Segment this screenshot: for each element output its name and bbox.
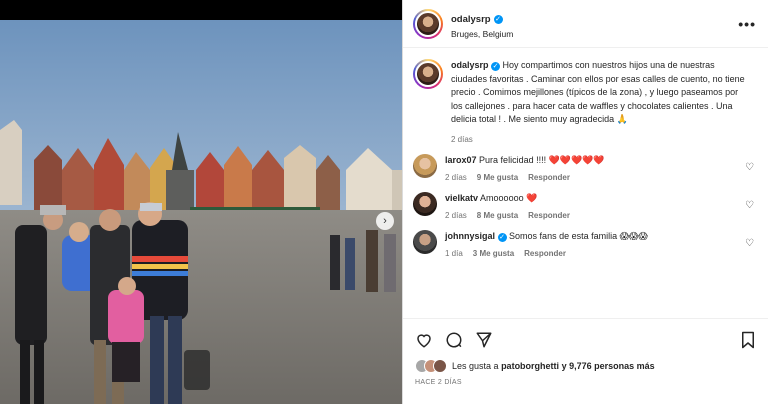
post-side-panel: odalysrp ✓ Bruges, Belgium ••• odalysrp … xyxy=(402,0,768,404)
share-icon[interactable] xyxy=(475,331,493,349)
avatar[interactable] xyxy=(413,8,443,39)
post-location[interactable]: Bruges, Belgium xyxy=(451,29,738,39)
comment-timestamp[interactable]: 1 día xyxy=(445,249,463,258)
post-actions: Les gusta a patoborghetti y 9,776 person… xyxy=(403,318,768,386)
comment-likes[interactable]: 9 Me gusta xyxy=(477,173,518,182)
caption-username[interactable]: odalysrp xyxy=(451,60,489,70)
comment-icon[interactable] xyxy=(445,331,463,349)
comment-username[interactable]: larox07 xyxy=(445,155,477,165)
verified-badge-icon: ✓ xyxy=(491,62,501,71)
bruges-market-square-image xyxy=(0,20,402,404)
comment-likes[interactable]: 8 Me gusta xyxy=(477,211,518,220)
likes-prefix: Les gusta a xyxy=(452,361,499,371)
heart-icon[interactable]: ♡ xyxy=(745,200,754,211)
post-username[interactable]: odalysrp ✓ xyxy=(451,14,503,25)
avatar[interactable] xyxy=(413,229,437,254)
verified-badge-icon: ✓ xyxy=(493,14,503,24)
comment-text: Pura felicidad !!!! ❤️❤️❤️❤️❤️ xyxy=(479,154,605,165)
liked-by-user[interactable]: patoborghetti xyxy=(501,361,559,371)
avatar[interactable] xyxy=(413,59,443,89)
chevron-right-icon[interactable]: › xyxy=(376,212,394,230)
comment-text: Somos fans de esta familia 😱😱😱 xyxy=(509,230,648,241)
likes-count[interactable]: y 9,776 personas más xyxy=(562,361,655,371)
reply-button[interactable]: Responder xyxy=(524,249,566,258)
comment-item: johnnysigal ✓ Somos fans de esta familia… xyxy=(413,229,756,258)
comment-item: larox07 Pura felicidad !!!! ❤️❤️❤️❤️❤️ 2… xyxy=(413,153,756,182)
avatar[interactable] xyxy=(413,153,437,178)
post-date[interactable]: HACE 2 DÍAS xyxy=(415,379,756,386)
bookmark-icon[interactable] xyxy=(740,331,756,349)
avatar[interactable] xyxy=(433,359,447,373)
comment-item: vielkatv Amoooooo ❤️ 2 días 8 Me gusta R… xyxy=(413,191,756,220)
comment-username[interactable]: johnnysigal xyxy=(445,231,495,241)
more-options-icon[interactable]: ••• xyxy=(738,16,756,32)
heart-icon[interactable]: ♡ xyxy=(745,238,754,249)
heart-icon[interactable] xyxy=(415,331,433,349)
reply-button[interactable]: Responder xyxy=(528,173,570,182)
comment-username[interactable]: vielkatv xyxy=(445,193,478,203)
post-header: odalysrp ✓ Bruges, Belgium ••• xyxy=(403,0,768,48)
avatar[interactable] xyxy=(413,191,437,216)
verified-badge-icon: ✓ xyxy=(497,232,507,242)
caption-timestamp[interactable]: 2 días xyxy=(451,135,751,144)
heart-icon[interactable]: ♡ xyxy=(745,162,754,173)
comment-text: Amoooooo ❤️ xyxy=(480,192,538,203)
comment-timestamp[interactable]: 2 días xyxy=(445,173,467,182)
comment-likes[interactable]: 3 Me gusta xyxy=(473,249,514,258)
post-photo: › xyxy=(0,20,402,404)
comment-timestamp[interactable]: 2 días xyxy=(445,211,467,220)
likes-summary: Les gusta a patoborghetti y 9,776 person… xyxy=(415,359,756,373)
reply-button[interactable]: Responder xyxy=(528,211,570,220)
caption: odalysrp ✓ Hoy compartimos con nuestros … xyxy=(413,59,756,144)
comments-list[interactable]: odalysrp ✓ Hoy compartimos con nuestros … xyxy=(403,49,768,317)
